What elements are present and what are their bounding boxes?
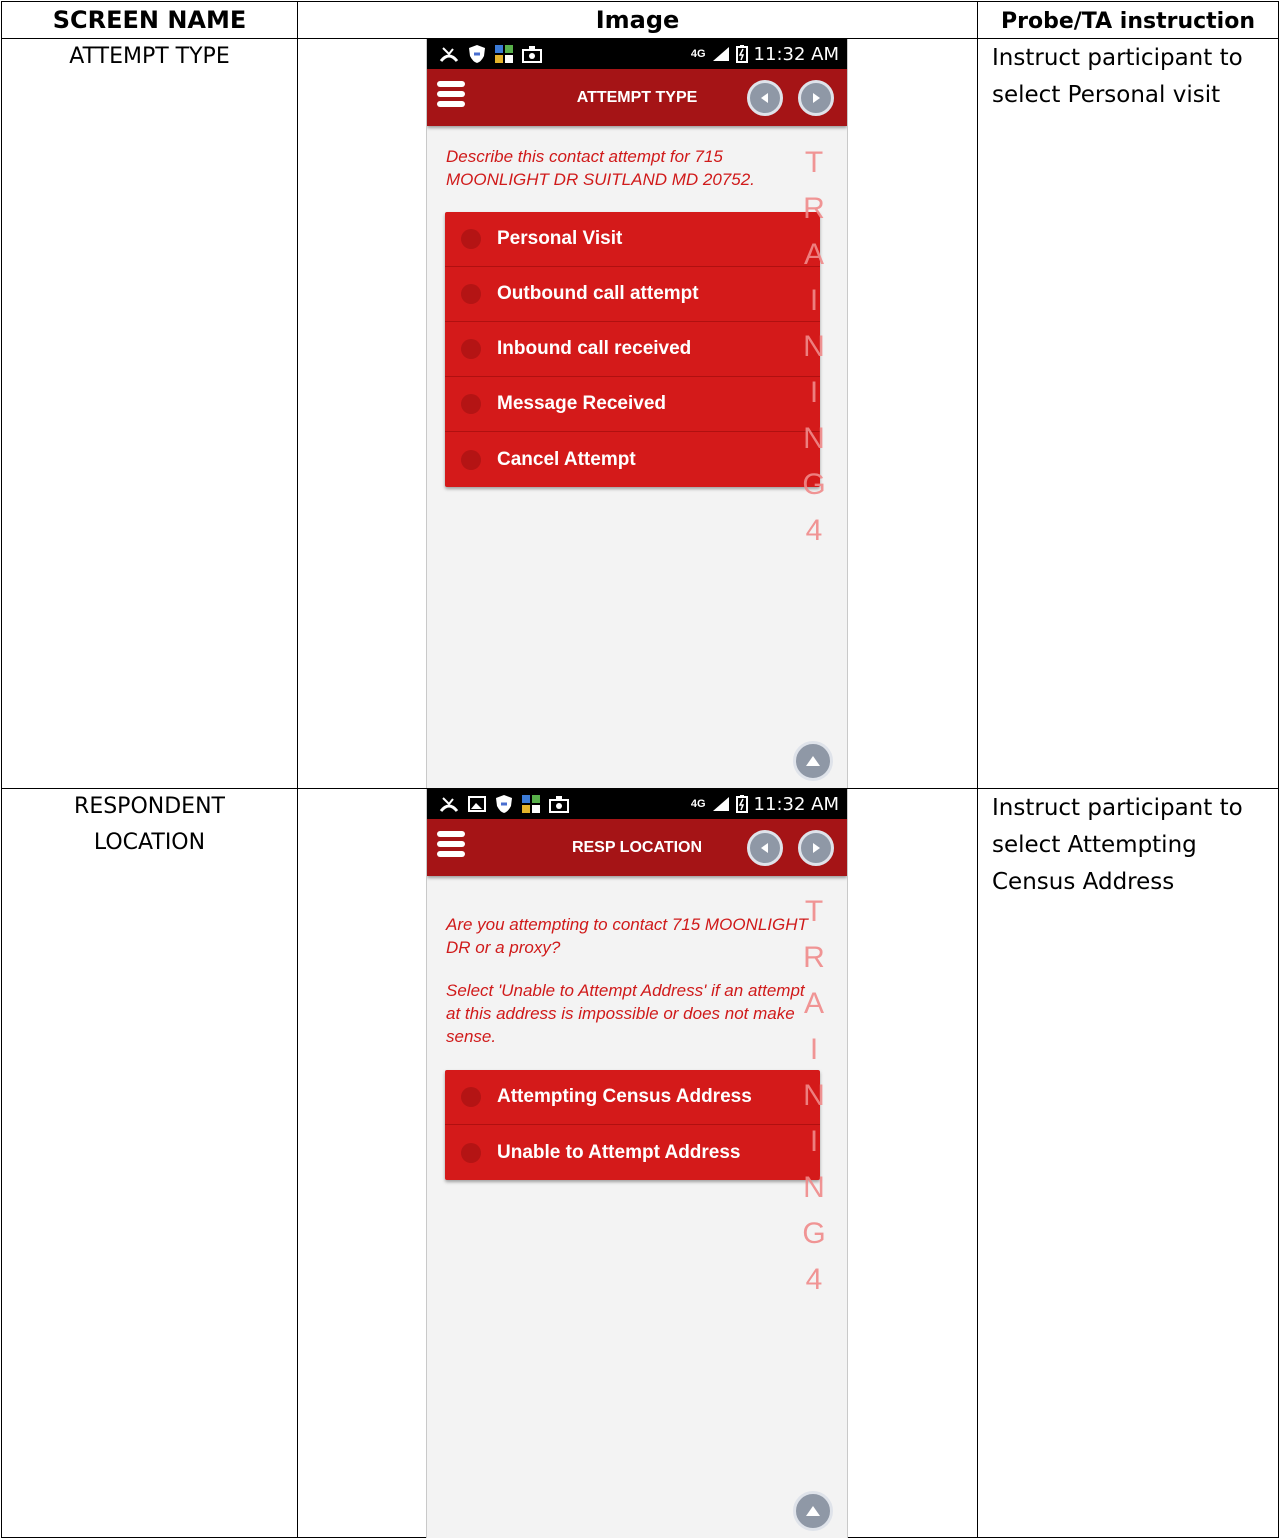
option-cancel-attempt[interactable]: Cancel Attempt: [445, 432, 820, 487]
forward-button[interactable]: [798, 80, 834, 116]
image-cell: 4G 11:32 AM RESP LOCATION Are you attemp…: [297, 788, 978, 1538]
screen-table: SCREEN NAME Image Probe/TA instruction A…: [1, 1, 1279, 1538]
radio-button[interactable]: [461, 229, 481, 249]
screen-title: ATTEMPT TYPE: [576, 89, 698, 106]
radio-button[interactable]: [461, 1142, 481, 1163]
training-watermark: T R A I N I N G 4: [802, 146, 826, 547]
scroll-up-icon: [806, 1506, 820, 1516]
radio-button[interactable]: [461, 449, 481, 470]
question-prompt: Are you attempting to contact 715 MOONLI…: [446, 915, 808, 957]
apps-icon: [495, 45, 513, 63]
signal-icon: [712, 797, 729, 811]
radio-button[interactable]: [461, 394, 481, 414]
status-bar: 4G 11:32 AM: [427, 39, 847, 69]
table-row: RESPONDENT LOCATION 4G 11:32 AM RESP LOC…: [1, 788, 1279, 1538]
screen-title: RESP LOCATION: [571, 839, 703, 856]
header-probe: Probe/TA instruction: [977, 1, 1279, 39]
probe-cell: Instruct participant to select Attemptin…: [977, 788, 1279, 1538]
missed-call-icon: [439, 47, 459, 62]
scroll-up-button[interactable]: [793, 1491, 833, 1531]
status-bar: 4G 11:32 AM: [427, 789, 847, 819]
back-arrow-icon: [761, 93, 768, 103]
missed-call-icon: [439, 797, 459, 812]
back-button[interactable]: [747, 830, 783, 866]
battery-icon: [735, 795, 748, 813]
battery-icon: [735, 45, 748, 63]
header-screen-name: SCREEN NAME: [1, 1, 298, 39]
radio-button[interactable]: [461, 284, 481, 304]
question-prompt: Describe this contact attempt for 715 MO…: [446, 147, 755, 189]
app-bar: RESP LOCATION: [427, 819, 847, 876]
apps-icon: [522, 795, 540, 813]
training-watermark: T R A I N I N G 4: [802, 895, 826, 1296]
scroll-up-button[interactable]: [793, 741, 833, 781]
network-label: 4G: [690, 798, 706, 810]
phone-screenshot: 4G 11:32 AM ATTEMPT TYPE Describe this c…: [426, 39, 848, 788]
option-message-received[interactable]: Message Received: [445, 377, 820, 432]
forward-arrow-icon: [813, 843, 820, 853]
image-cell: 4G 11:32 AM ATTEMPT TYPE Describe this c…: [297, 38, 978, 789]
header-row: SCREEN NAME Image Probe/TA instruction: [1, 1, 1279, 39]
camera-icon: [522, 46, 542, 63]
option-outbound-call[interactable]: Outbound call attempt: [445, 267, 820, 322]
screen-name-cell: ATTEMPT TYPE: [1, 38, 298, 789]
phone-screenshot: 4G 11:32 AM RESP LOCATION Are you attemp…: [426, 789, 848, 1538]
app-bar: ATTEMPT TYPE: [427, 69, 847, 126]
forward-button[interactable]: [798, 830, 834, 866]
back-button[interactable]: [747, 80, 783, 116]
option-list: Personal Visit Outbound call attempt Inb…: [445, 212, 820, 487]
radio-button[interactable]: [461, 1087, 481, 1107]
status-time: 11:32 AM: [753, 793, 839, 815]
option-unable-to-attempt[interactable]: Unable to Attempt Address: [445, 1125, 820, 1180]
option-list: Attempting Census Address Unable to Atte…: [445, 1070, 820, 1180]
instruction-prompt: Select 'Unable to Attempt Address' if an…: [446, 981, 805, 1046]
scroll-up-icon: [806, 756, 820, 766]
table-row: ATTEMPT TYPE 4G 11:32 AM ATTEMPT TYPE De…: [1, 38, 1279, 789]
option-attempting-census-address[interactable]: Attempting Census Address: [445, 1070, 820, 1125]
forward-arrow-icon: [813, 93, 820, 103]
screen-name-cell: RESPONDENT LOCATION: [1, 788, 298, 1538]
signal-icon: [712, 47, 729, 61]
option-inbound-call[interactable]: Inbound call received: [445, 322, 820, 377]
status-time: 11:32 AM: [753, 43, 839, 65]
option-personal-visit[interactable]: Personal Visit: [445, 212, 820, 267]
camera-icon: [549, 796, 569, 813]
shield-icon: [496, 795, 512, 813]
shield-icon: [469, 45, 485, 63]
header-image: Image: [297, 1, 978, 39]
radio-button[interactable]: [461, 339, 481, 359]
network-label: 4G: [690, 48, 706, 60]
gallery-icon: [468, 796, 486, 812]
back-arrow-icon: [761, 843, 768, 853]
probe-cell: Instruct participant to select Personal …: [977, 38, 1279, 789]
